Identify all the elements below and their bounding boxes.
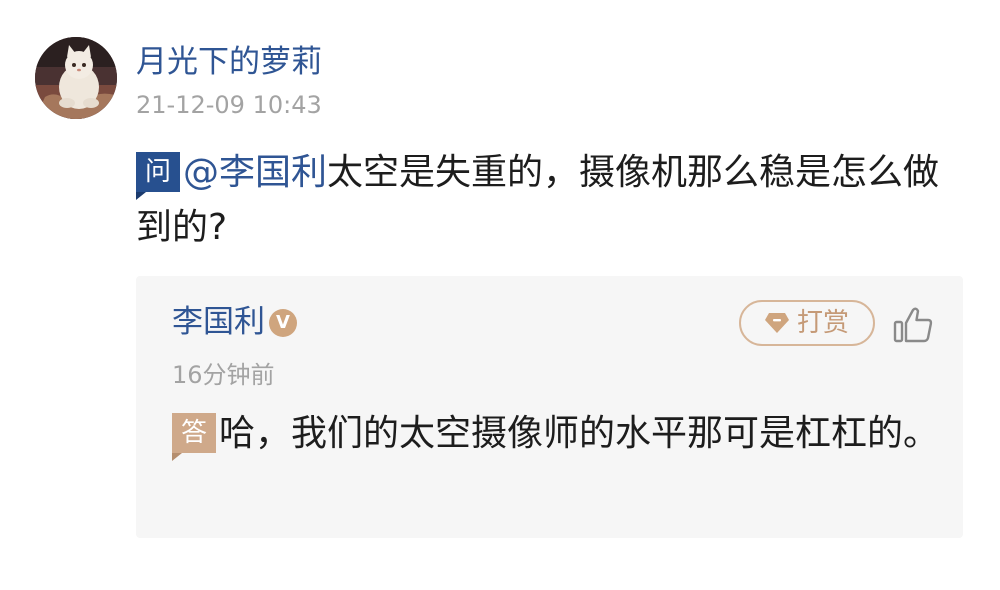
- answer-text: 哈，我们的太空摄像师的水平那可是杠杠的。: [219, 413, 940, 454]
- cat-photo-avatar-image: [35, 37, 117, 119]
- verified-badge-icon: V: [269, 309, 297, 337]
- thumbs-up-icon[interactable]: [893, 306, 933, 344]
- question-tag-badge: 问: [136, 152, 180, 200]
- tip-button-label: 打赏: [797, 308, 850, 338]
- diamond-tip-icon: [765, 313, 789, 333]
- user-avatar[interactable]: [35, 37, 117, 119]
- question-text-block: 问 @李国利太空是失重的，摄像机那么稳是怎么做到的?: [136, 145, 966, 255]
- answer-author[interactable]: 李国利 V: [172, 300, 297, 344]
- answer-card: 李国利 V 打赏 16分钟前 答哈，我们的太空摄像师的水平那可是杠杠的。: [136, 276, 963, 538]
- mention-link[interactable]: @李国利: [183, 152, 327, 193]
- question-author-name[interactable]: 月光下的萝莉: [136, 40, 322, 84]
- tip-button[interactable]: 打赏: [739, 300, 875, 346]
- answer-timestamp: 16分钟前: [172, 361, 275, 389]
- answer-tag-badge: 答: [172, 413, 216, 461]
- answer-author-name[interactable]: 李国利: [172, 304, 265, 340]
- answer-text-block: 答哈，我们的太空摄像师的水平那可是杠杠的。: [172, 406, 942, 461]
- question-timestamp: 21-12-09 10:43: [136, 91, 322, 119]
